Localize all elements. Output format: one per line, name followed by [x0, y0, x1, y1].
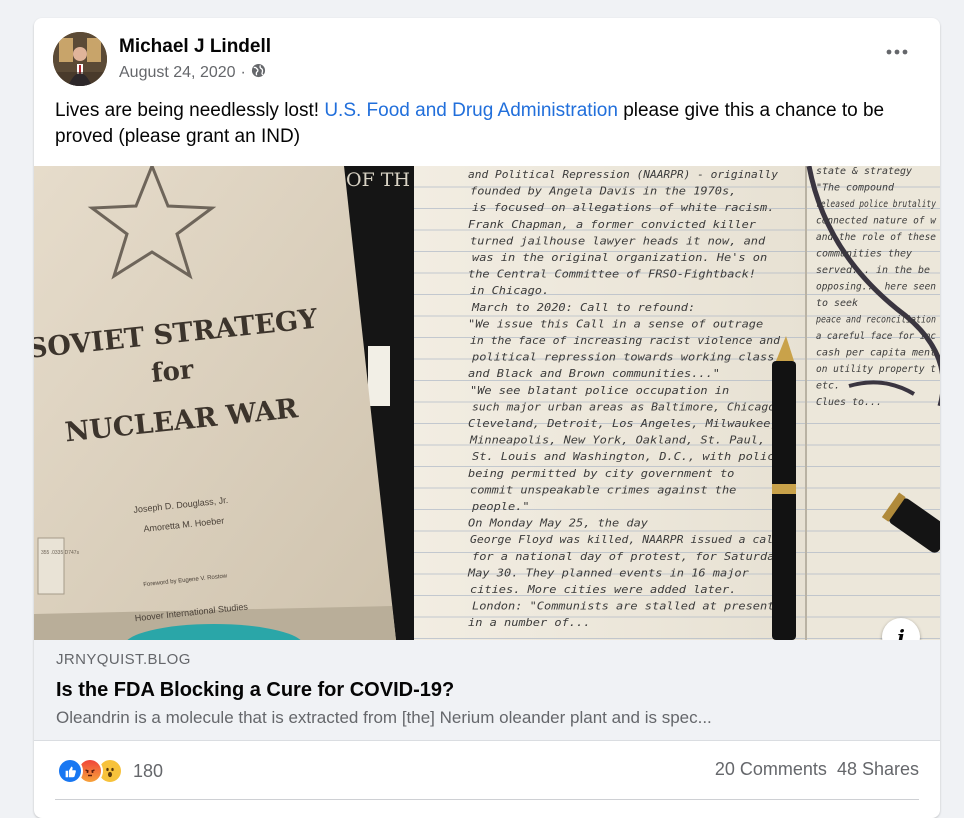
notebook-line: in a number of...	[468, 616, 590, 629]
notebook-line: political repression towards working cla…	[471, 351, 774, 364]
notebook-right-line: connected nature of w	[816, 216, 937, 227]
notebook-line: being permitted by city government to	[468, 467, 734, 480]
post-card: Michael J Lindell August 24, 2020 · Live…	[34, 18, 940, 818]
notebook-line: London: "Communists are stalled at prese…	[472, 600, 775, 613]
notebook-right-line: Clues to...	[816, 397, 882, 408]
notebook-line: "We see blatant police occupation in	[470, 384, 729, 397]
comments-count[interactable]: 20 Comments	[715, 759, 827, 780]
notebook-right-line: opposing... here seen	[816, 282, 936, 293]
notebook-line: March to 2020: Call to refound:	[471, 301, 695, 314]
notebook-line: and Black and Brown communities..."	[468, 367, 720, 380]
link-preview[interactable]: JRNYQUIST.BLOG Is the FDA Blocking a Cur…	[34, 640, 940, 741]
notebook-line: and Political Repression (NAARPR) - orig…	[468, 168, 778, 181]
post-text-start: Lives are being needlessly lost!	[55, 100, 325, 121]
more-options-icon[interactable]	[884, 42, 910, 62]
notebook-right-line: etc.	[816, 381, 840, 392]
link-title[interactable]: Is the FDA Blocking a Cure for COVID-19?	[56, 679, 454, 702]
notebook-right-line: a careful face for inc	[816, 331, 936, 342]
book-title-line2: for	[150, 355, 195, 389]
reaction-count: 180	[133, 760, 164, 781]
notebook-right-line: released police brutality	[816, 199, 936, 210]
notebook-right-line: state & strategy	[816, 166, 912, 177]
notebook-line: Frank Chapman, a former convicted killer	[468, 218, 756, 231]
notebook-line: cities. More cities were added later.	[470, 583, 736, 596]
book-spine-text: OF TH	[346, 169, 410, 191]
engagement-counts: 20 Comments 48 Shares	[715, 759, 919, 780]
like-icon	[57, 758, 83, 784]
fda-page-link[interactable]: U.S. Food and Drug Administration	[324, 100, 618, 121]
notebook-line: such major urban areas as Baltimore, Chi…	[472, 400, 782, 413]
notebook-line: founded by Angela Davis in the 1970s,	[470, 185, 736, 198]
engagement-bar: 180 20 Comments 48 Shares	[34, 753, 940, 787]
link-description: Oleandrin is a molecule that is extracte…	[56, 708, 712, 727]
post-date[interactable]: August 24, 2020	[119, 64, 236, 82]
author-name[interactable]: Michael J Lindell	[119, 36, 271, 58]
notebook-right-line: peace and reconciliation	[815, 315, 936, 326]
notebook-right-line: on utility property t	[816, 364, 936, 375]
meta-separator: ·	[240, 64, 246, 81]
link-preview-image[interactable]: OF TH and Political Repression (NAARPR) …	[34, 166, 940, 640]
notebook-line: is focused on allegations of white racis…	[472, 201, 774, 214]
notebook-line: people."	[471, 500, 530, 513]
notebook-right-line: "The compound	[816, 183, 895, 194]
link-domain: JRNYQUIST.BLOG	[56, 651, 191, 668]
notebook-line: Cleveland, Detroit, Los Angeles, Milwauk…	[468, 417, 778, 430]
notebook-line: Minneapolis, New York, Oakland, St. Paul…	[469, 434, 765, 447]
notebook-line: in the face of increasing racist violenc…	[470, 334, 780, 347]
notebook-right-line: communities they	[816, 249, 912, 260]
globe-icon[interactable]	[251, 63, 266, 83]
library-tag: 355 .0335 D747s	[41, 550, 80, 556]
post-meta: August 24, 2020 ·	[119, 63, 266, 83]
notebook-right-line: cash per capita ment	[816, 348, 936, 359]
notebook-line: commit unspeakable crimes against the	[470, 483, 737, 496]
author-avatar[interactable]	[53, 32, 107, 86]
notebook-line: St. Louis and Washington, D.C., with pol…	[472, 450, 782, 463]
reactions-summary[interactable]: 180	[57, 758, 163, 784]
notebook-line: for a national day of protest, for Satur…	[472, 550, 782, 563]
notebook-line: May 30. They planned events in 16 major	[467, 566, 749, 579]
notebook-line: George Floyd was killed, NAARPR issued a…	[470, 533, 780, 546]
notebook-right-line: and the role of these	[816, 232, 936, 243]
post-header: Michael J Lindell August 24, 2020 ·	[34, 18, 940, 98]
notebook-right-line: to seek	[816, 298, 858, 309]
post-text: Lives are being needlessly lost! U.S. Fo…	[55, 98, 915, 150]
notebook-line: the Central Committee of FRSO-Fightback!	[468, 268, 756, 281]
actions-divider	[55, 799, 919, 800]
notebook-right-line: served... in the be	[816, 265, 930, 276]
notebook-line: in Chicago.	[470, 284, 549, 297]
notebook-line: was in the original organization. He's o…	[472, 251, 767, 264]
notebook-line: "We issue this Call in a sense of outrag…	[468, 317, 764, 330]
notebook-line: turned jailhouse lawyer heads it now, an…	[470, 234, 766, 247]
notebook-line: On Monday May 25, the day	[468, 517, 648, 530]
shares-count[interactable]: 48 Shares	[837, 759, 919, 780]
